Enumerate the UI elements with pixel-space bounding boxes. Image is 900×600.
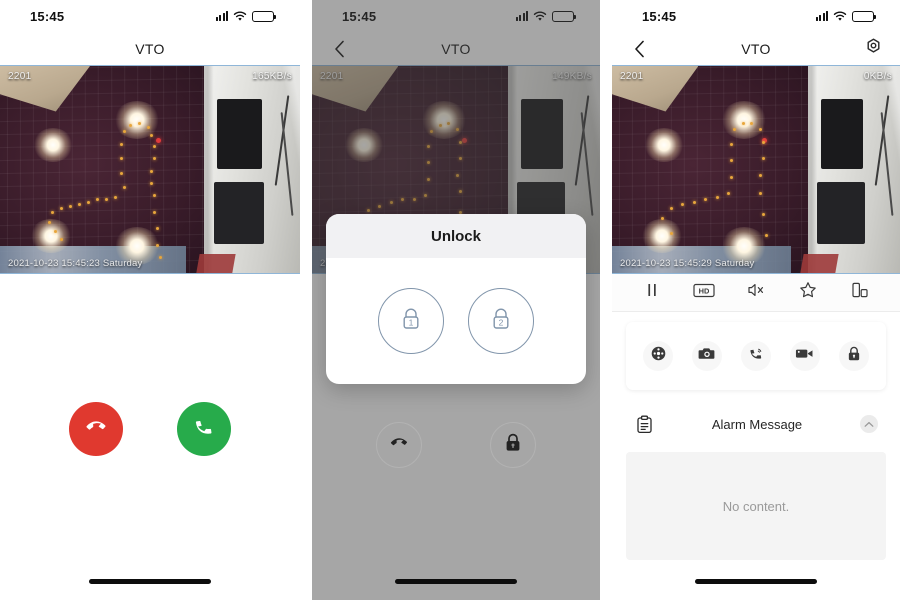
video-bitrate-label: 165KB/s: [252, 71, 292, 82]
call-controls: [0, 274, 300, 600]
action-buttons-card: [626, 322, 886, 390]
favorite-button[interactable]: [792, 277, 824, 309]
unlock-button[interactable]: [838, 341, 869, 371]
chevron-left-icon: [634, 40, 645, 58]
battery-icon: [252, 10, 276, 22]
panel-gutter: [600, 0, 612, 600]
call-action-row: [312, 422, 600, 468]
panel-gutter: [300, 0, 312, 600]
settings-button[interactable]: [862, 38, 884, 60]
phone-answer-icon: [191, 414, 217, 445]
chevron-up-icon: [864, 415, 874, 433]
pause-icon: [645, 282, 659, 303]
alarm-message-header[interactable]: Alarm Message: [612, 404, 900, 444]
alarm-message-title: Alarm Message: [711, 416, 803, 432]
unlock-lock-1-button[interactable]: 1: [378, 288, 444, 354]
unlock-lock-2-button[interactable]: 2: [468, 288, 534, 354]
status-bar-indicators: [815, 10, 876, 22]
film-reel-icon: [650, 345, 667, 367]
video-timestamp-overlay: 2021-10-23 15:45:29 Saturday: [620, 258, 755, 269]
empty-state-text: No content.: [722, 498, 790, 514]
video-feed[interactable]: 2201 0KB/s 2021-10-23 15:45:29 Saturday: [612, 65, 900, 274]
star-icon: [799, 281, 817, 304]
status-bar-time: 15:45: [642, 8, 677, 24]
decline-call-button[interactable]: [69, 402, 123, 456]
status-bar-indicators: [215, 10, 276, 22]
video-bitrate-label: 0KB/s: [863, 71, 892, 82]
video-canvas: [0, 66, 300, 273]
video-feed[interactable]: 2201 165KB/s 2021-10-23 15:45:23 Saturda…: [0, 65, 300, 274]
camera-icon: [698, 346, 716, 366]
wifi-icon: [833, 11, 847, 22]
video-channel-label: 2201: [8, 71, 32, 82]
cellular-signal-icon: [215, 11, 228, 21]
page-title: VTO: [135, 40, 165, 57]
svg-text:2: 2: [499, 317, 504, 327]
accept-call-button[interactable]: [177, 402, 231, 456]
phone-hangup-icon: [83, 414, 109, 445]
status-bar: 15:45: [612, 0, 900, 32]
status-bar: 15:45: [0, 0, 300, 32]
talk-button[interactable]: [740, 341, 771, 371]
phone-talk-icon: [747, 345, 765, 368]
collapse-toggle[interactable]: [860, 415, 878, 433]
wifi-icon: [233, 11, 247, 22]
battery-icon: [852, 10, 876, 22]
window-split-button[interactable]: [844, 277, 876, 309]
video-channel-label: 2201: [620, 71, 644, 82]
stream-toolbar: HD: [612, 274, 900, 312]
phone-screen-unlock-dialog: 15:45 VTO 2201 149KB/s Unlock 1 2: [312, 0, 600, 600]
phone-screen-live-monitor: 15:45 VTO 2201 0KB/s 2021-10-23 15:45:29…: [612, 0, 900, 600]
dialog-title: Unlock: [430, 227, 481, 245]
page-title: VTO: [741, 40, 771, 57]
clipboard-list-icon: [634, 414, 654, 434]
back-button[interactable]: [628, 38, 650, 60]
playback-button[interactable]: [643, 341, 674, 371]
cellular-signal-icon: [815, 11, 828, 21]
video-camera-icon: [795, 347, 814, 365]
status-bar-time: 15:45: [30, 8, 65, 24]
mute-button[interactable]: [740, 277, 772, 309]
phone-screen-incoming-call: 15:45 VTO 2201 165KB/s 2021-10-23 15:45:…: [0, 0, 300, 600]
phone-hangup-icon: [388, 432, 410, 459]
dialog-header: Unlock: [326, 214, 586, 258]
hangup-button[interactable]: [376, 422, 422, 468]
lock-icon: [846, 345, 862, 368]
quality-hd-button[interactable]: HD: [688, 277, 720, 309]
nav-bar: VTO: [612, 32, 900, 65]
gear-icon: [865, 38, 882, 60]
lock-icon: [503, 432, 523, 459]
dialog-body: 1 2: [326, 258, 586, 384]
video-timestamp-overlay: 2021-10-23 15:45:23 Saturday: [8, 258, 143, 269]
nav-bar: VTO: [0, 32, 300, 65]
alarm-message-content: No content.: [626, 452, 886, 560]
home-indicator: [395, 579, 517, 584]
video-canvas: [612, 66, 900, 273]
lock-icon: 1: [397, 304, 425, 339]
snapshot-button[interactable]: [692, 341, 723, 371]
home-indicator: [89, 579, 211, 584]
record-button[interactable]: [789, 341, 820, 371]
split-screen-icon: [851, 281, 869, 304]
unlock-button[interactable]: [490, 422, 536, 468]
speaker-mute-icon: [746, 282, 766, 303]
svg-text:HD: HD: [699, 286, 710, 295]
hd-icon: HD: [693, 283, 715, 303]
screenshot-stage: 15:45 VTO 2201 165KB/s 2021-10-23 15:45:…: [0, 0, 900, 600]
unlock-dialog: Unlock 1 2: [326, 214, 586, 384]
pause-button[interactable]: [636, 277, 668, 309]
lock-icon: 2: [487, 304, 515, 339]
home-indicator: [695, 579, 817, 584]
svg-text:1: 1: [409, 317, 414, 327]
